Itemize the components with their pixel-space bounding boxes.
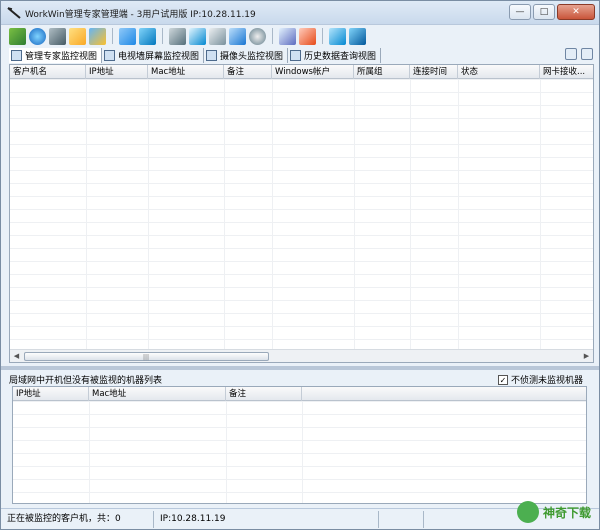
grip-icon: ||| [143, 354, 150, 361]
table-body [10, 79, 593, 349]
tab-tv-wall-view[interactable]: 电视墙屏幕监控视图 [102, 47, 205, 63]
camera-icon [206, 49, 218, 61]
column-divider [86, 79, 87, 349]
toolbar-separator [112, 28, 113, 44]
column-divider [89, 401, 90, 503]
history-icon [290, 49, 302, 61]
title-bar[interactable]: WorkWin管理专家管理端 - 3用户试用版 IP:10.28.11.19 —… [1, 1, 599, 25]
unmonitored-list-title: 局域网中开机但没有被监视的机器列表 [9, 376, 163, 386]
mail-icon[interactable] [69, 27, 86, 45]
col-mac[interactable]: Mac地址 [89, 387, 226, 401]
col-client-name[interactable]: 客户机名 [10, 65, 86, 79]
col-ip[interactable]: IP地址 [86, 65, 148, 79]
table-header: IP地址 Mac地址 备注 [13, 387, 586, 401]
tv-wall-icon [104, 49, 116, 61]
remote-icon[interactable] [209, 27, 226, 45]
status-cell-empty [379, 510, 424, 528]
network-icon[interactable] [29, 27, 46, 45]
screenshot-icon[interactable] [189, 27, 206, 45]
close-button[interactable]: ✕ [557, 4, 595, 20]
column-divider [354, 79, 355, 349]
skip-detect-checkbox[interactable]: ✓ 不侦测未监视机器 [497, 373, 583, 386]
horizontal-scrollbar[interactable]: ◀ ||| ▶ [10, 349, 593, 362]
col-group[interactable]: 所属组 [354, 65, 410, 79]
watermark: 神奇下载 [516, 501, 591, 523]
column-divider [226, 401, 227, 503]
app-logo-icon [7, 7, 21, 19]
checkbox[interactable]: ✓ [497, 374, 508, 385]
col-note[interactable]: 备注 [226, 387, 302, 401]
view-tabs: 管理专家监控视图 电视墙屏幕监控视图 摄像头监控视图 历史数据查询视图 [1, 47, 599, 63]
manager-view-icon [11, 49, 22, 61]
export-icon[interactable] [299, 27, 316, 45]
scrollbar-thumb[interactable]: ||| [24, 352, 269, 361]
column-divider [540, 79, 541, 349]
disk-icon[interactable] [249, 27, 266, 45]
tab-label: 电视墙屏幕监控视图 [118, 51, 200, 62]
col-connect-time[interactable]: 连接时间 [410, 65, 458, 79]
search-icon[interactable] [565, 48, 577, 60]
window-title: WorkWin管理专家管理端 - 3用户试用版 IP:10.28.11.19 [25, 10, 256, 20]
watermark-text: 神奇下载 [542, 505, 591, 520]
client-table[interactable]: 客户机名 IP地址 Mac地址 备注 Windows帐户 所属组 连接时间 状态… [9, 64, 594, 363]
report-icon[interactable] [279, 27, 296, 45]
checkbox-label: 不侦测未监视机器 [510, 376, 583, 386]
column-divider [224, 79, 225, 349]
users-icon[interactable] [89, 27, 106, 45]
app-window: WorkWin管理专家管理端 - 3用户试用版 IP:10.28.11.19 —… [0, 0, 600, 530]
maximize-icon: □ [539, 7, 549, 17]
col-ip[interactable]: IP地址 [13, 387, 89, 401]
watermark-logo-icon [516, 501, 539, 523]
copy-icon[interactable] [229, 27, 246, 45]
column-divider [272, 79, 273, 349]
col-status[interactable]: 状态 [458, 65, 540, 79]
table-body [13, 401, 586, 503]
tab-history-view[interactable]: 历史数据查询视图 [288, 47, 382, 63]
toolbar-separator [272, 28, 273, 44]
column-divider [458, 79, 459, 349]
minimize-button[interactable]: — [509, 4, 531, 20]
toolbar-separator [162, 28, 163, 44]
tab-label: 历史数据查询视图 [304, 51, 377, 62]
column-divider [148, 79, 149, 349]
maximize-button[interactable]: □ [533, 4, 555, 20]
chart-icon[interactable] [329, 27, 346, 45]
scroll-left-icon[interactable]: ◀ [11, 351, 22, 362]
list-icon[interactable] [581, 48, 593, 60]
unmonitored-table[interactable]: IP地址 Mac地址 备注 [12, 386, 587, 504]
toolbar-separator [322, 28, 323, 44]
minimize-icon: — [515, 7, 525, 17]
scroll-right-icon[interactable]: ▶ [581, 351, 592, 362]
column-divider [302, 401, 303, 503]
edit-icon[interactable] [119, 27, 136, 45]
col-windows-account[interactable]: Windows帐户 [272, 65, 354, 79]
column-divider [410, 79, 411, 349]
close-icon: ✕ [572, 7, 580, 17]
server-ip: IP:10.28.11.19 [154, 510, 379, 528]
col-mac[interactable]: Mac地址 [148, 65, 224, 79]
clients-icon[interactable] [9, 27, 26, 45]
pane-splitter[interactable] [1, 366, 599, 370]
monitor-icon[interactable] [169, 27, 186, 45]
tools-icon[interactable] [139, 27, 156, 45]
tab-label: 管理专家监控视图 [25, 51, 98, 62]
help-icon[interactable] [349, 27, 366, 45]
monitored-count: 正在被监控的客户机，共：0 [1, 510, 154, 528]
col-nic-receive[interactable]: 网卡接收... [540, 65, 593, 79]
toolbar [1, 25, 599, 47]
tab-manager-view[interactable]: 管理专家监控视图 [9, 47, 103, 63]
tab-camera-view[interactable]: 摄像头监控视图 [204, 47, 289, 63]
settings-icon[interactable] [49, 27, 66, 45]
tab-label: 摄像头监控视图 [220, 51, 284, 62]
table-header: 客户机名 IP地址 Mac地址 备注 Windows帐户 所属组 连接时间 状态… [10, 65, 593, 79]
col-note[interactable]: 备注 [224, 65, 272, 79]
status-bar: 正在被监控的客户机，共：0 IP:10.28.11.19 [1, 508, 599, 529]
